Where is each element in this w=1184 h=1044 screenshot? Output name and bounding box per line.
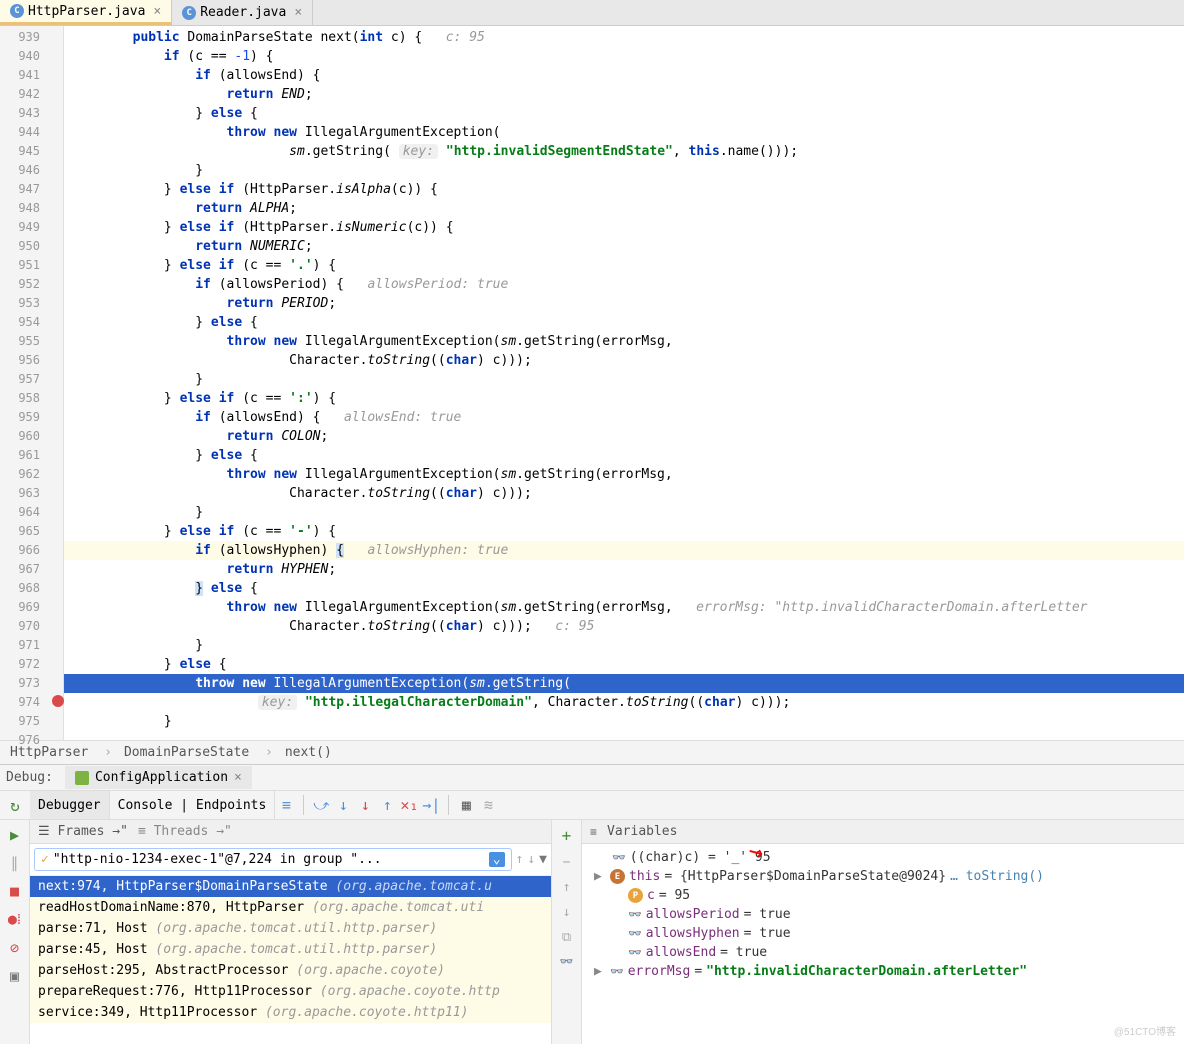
watermark: @51CTO博客 [1114, 1023, 1176, 1038]
tab-label: HttpParser.java [28, 4, 145, 19]
frames-pane: ☰ Frames →" ≡ Threads →" ✓ "http-nio-123… [30, 820, 552, 1044]
filter-icon[interactable]: ▼ [539, 852, 547, 867]
copy-icon[interactable]: ⧉ [562, 930, 571, 945]
glasses-icon: 👓 [628, 927, 642, 940]
stack-frame[interactable]: parse:45, Host (org.apache.tomcat.util.h… [30, 939, 551, 960]
expand-icon[interactable]: ▶ [594, 964, 606, 979]
glasses-icon[interactable]: 👓 [560, 955, 574, 968]
param-badge: P [628, 888, 643, 903]
stack-frame[interactable]: parseHost:295, AbstractProcessor (org.ap… [30, 960, 551, 981]
add-watch-icon[interactable]: + [562, 826, 572, 845]
pause-button[interactable]: ∥ [11, 854, 19, 872]
close-icon[interactable]: × [153, 4, 161, 19]
var-errormsg[interactable]: ▶ 👓 errorMsg = "http.invalidCharacterDom… [582, 962, 1184, 981]
debug-config-tab[interactable]: ConfigApplication × [65, 766, 252, 789]
var-allowsend[interactable]: 👓 allowsEnd = true [582, 943, 1184, 962]
thread-combo[interactable]: ✓ "http-nio-1234-exec-1"@7,224 in group … [34, 848, 512, 871]
stack-frame[interactable]: prepareRequest:776, Http11Processor (org… [30, 981, 551, 1002]
breadcrumb-inner[interactable]: DomainParseState [124, 745, 273, 760]
mute-breakpoints-button[interactable]: ⊘ [10, 939, 19, 957]
view-breakpoints-button[interactable]: ●⁞ [8, 910, 21, 929]
class-icon: C [182, 6, 196, 20]
console-tab[interactable]: Console | Endpoints [110, 791, 276, 819]
drop-frame-icon[interactable]: ✕₁ [398, 796, 420, 814]
enum-badge: E [610, 869, 625, 884]
vars-toolbar: + − ↑ ↓ ⧉ 👓 [552, 820, 582, 1044]
evaluate-icon[interactable]: ▦ [455, 796, 477, 814]
frames-tab[interactable]: ☰ Frames →" [38, 824, 128, 839]
variables-header: ≡ Variables [582, 820, 1184, 844]
stack-frame[interactable]: parse:71, Host (org.apache.tomcat.util.h… [30, 918, 551, 939]
debug-header: Debug: ConfigApplication × [0, 764, 1184, 790]
breadcrumb[interactable]: HttpParser DomainParseState next() [0, 740, 1184, 764]
close-icon[interactable]: × [234, 770, 242, 785]
run-to-cursor-icon[interactable]: →| [420, 796, 442, 814]
tab-reader[interactable]: C Reader.java × [172, 0, 313, 25]
glasses-icon: 👓 [628, 946, 642, 959]
glasses-icon: 👓 [612, 851, 626, 864]
variables-pane: ≡ Variables ↘ 👓 ((char)c) = '_' 95 ▶ E t… [582, 820, 1184, 1044]
code-editor[interactable]: 939 940 941 942 943 944 945 946 947 948 … [0, 26, 1184, 740]
expand-icon[interactable]: ▶ [594, 869, 606, 884]
class-icon: C [10, 4, 24, 18]
debug-title: Debug: [6, 770, 53, 785]
breadcrumb-method[interactable]: next() [285, 745, 340, 760]
show-execution-icon[interactable]: ≡ [275, 796, 297, 814]
down-icon[interactable]: ↓ [563, 905, 571, 920]
prev-frame-icon[interactable]: ↑ [516, 852, 524, 867]
debugger-tab[interactable]: Debugger [30, 791, 110, 819]
app-icon [75, 771, 89, 785]
camera-icon[interactable]: ▣ [10, 967, 19, 985]
stack-frame[interactable]: service:349, Http11Processor (org.apache… [30, 1002, 551, 1023]
tostring-link[interactable]: … toString() [950, 869, 1044, 884]
remove-watch-icon[interactable]: − [563, 855, 571, 870]
glasses-icon: 👓 [628, 908, 642, 921]
variables-list[interactable]: ↘ 👓 ((char)c) = '_' 95 ▶ E this = {HttpP… [582, 844, 1184, 1044]
next-frame-icon[interactable]: ↓ [527, 852, 535, 867]
resume-button[interactable]: ▶ [10, 826, 19, 844]
frames-header: ☰ Frames →" ≡ Threads →" [30, 820, 551, 844]
stack-frame[interactable]: next:974, HttpParser$DomainParseState (o… [30, 876, 551, 897]
up-icon[interactable]: ↑ [563, 880, 571, 895]
frames-list[interactable]: next:974, HttpParser$DomainParseState (o… [30, 876, 551, 1044]
var-this[interactable]: ▶ E this = {HttpParser$DomainParseState@… [582, 867, 1184, 886]
debug-toolbar: ↻ Debugger Console | Endpoints ≡ ⤻ ↓ ↓ ↑… [0, 790, 1184, 820]
thread-name: "http-nio-1234-exec-1"@7,224 in group ".… [53, 852, 382, 867]
rerun-button[interactable]: ↻ [0, 796, 30, 815]
debug-body: ▶ ∥ ■ ●⁞ ⊘ ▣ ☰ Frames →" ≡ Threads →" ✓ … [0, 820, 1184, 1044]
var-allowshyphen[interactable]: 👓 allowsHyphen = true [582, 924, 1184, 943]
line-gutter: 939 940 941 942 943 944 945 946 947 948 … [0, 26, 48, 740]
editor-tabs: C HttpParser.java × C Reader.java × [0, 0, 1184, 26]
watch-expression[interactable]: 👓 ((char)c) = '_' 95 [582, 848, 1184, 867]
close-icon[interactable]: × [294, 5, 302, 20]
glasses-icon: 👓 [610, 965, 624, 978]
force-step-into-icon[interactable]: ↓ [354, 796, 376, 814]
tab-label: Reader.java [200, 5, 286, 20]
debug-sidebar: ▶ ∥ ■ ●⁞ ⊘ ▣ [0, 820, 30, 1044]
step-into-icon[interactable]: ↓ [332, 796, 354, 814]
trace-icon[interactable]: ≋ [477, 796, 499, 814]
thread-selector: ✓ "http-nio-1234-exec-1"@7,224 in group … [30, 844, 551, 876]
step-out-icon[interactable]: ↑ [376, 796, 398, 814]
var-c[interactable]: P c = 95 [582, 886, 1184, 905]
step-over-icon[interactable]: ⤻ [310, 796, 332, 814]
stop-button[interactable]: ■ [10, 882, 19, 900]
stack-frame[interactable]: readHostDomainName:870, HttpParser (org.… [30, 897, 551, 918]
dropdown-icon[interactable]: ⌄ [489, 852, 505, 867]
var-allowsperiod[interactable]: 👓 allowsPeriod = true [582, 905, 1184, 924]
config-name: ConfigApplication [95, 770, 228, 785]
fold-gutter [48, 26, 64, 740]
threads-tab[interactable]: ≡ Threads →" [138, 824, 232, 839]
code-area[interactable]: public DomainParseState next(int c) { c:… [64, 26, 1184, 740]
tab-httpparser[interactable]: C HttpParser.java × [0, 0, 172, 25]
